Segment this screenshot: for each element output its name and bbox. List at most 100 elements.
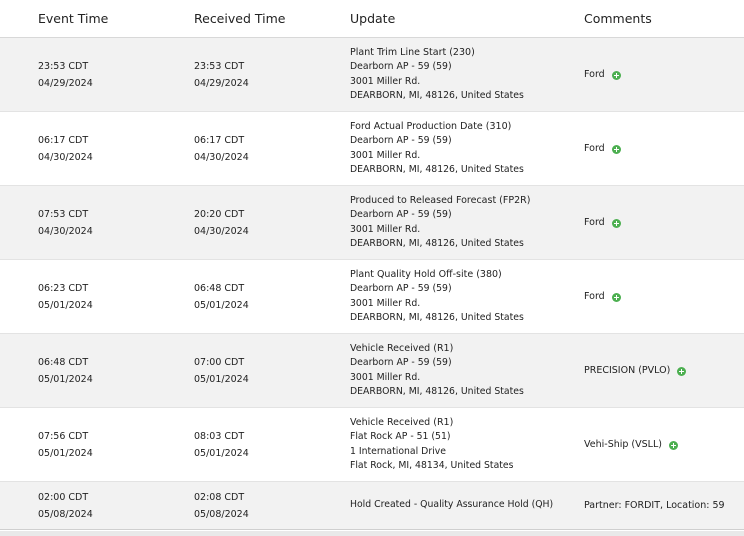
update-location: Dearborn AP - 59 (59) — [350, 135, 452, 146]
table-row: 07:53 CDT 04/30/2024 20:20 CDT 04/30/202… — [0, 186, 744, 260]
received-time: 06:48 CDT — [194, 282, 245, 294]
received-time-cell: 07:00 CDT 05/01/2024 — [194, 354, 249, 388]
header-comments[interactable]: Comments — [584, 11, 652, 26]
update-location: Flat Rock AP - 51 (51) — [350, 431, 451, 442]
comment-text: Partner: FORDIT, Location: 59 — [584, 500, 725, 511]
event-time-cell: 23:53 CDT 04/29/2024 — [38, 58, 93, 92]
update-city: Flat Rock, MI, 48134, United States — [350, 460, 514, 471]
received-time-cell: 06:17 CDT 04/30/2024 — [194, 132, 249, 166]
table-row: 07:56 CDT 05/01/2024 08:03 CDT 05/01/202… — [0, 408, 744, 482]
received-time-cell: 08:03 CDT 05/01/2024 — [194, 428, 249, 462]
event-time-cell: 07:53 CDT 04/30/2024 — [38, 206, 93, 240]
update-address: 3001 Miller Rd. — [350, 75, 421, 87]
received-time: 20:20 CDT — [194, 208, 245, 220]
table-row: 06:23 CDT 05/01/2024 06:48 CDT 05/01/202… — [0, 260, 744, 334]
update-title: Plant Quality Hold Off-site (380) — [350, 268, 502, 280]
header-received-time[interactable]: Received Time — [194, 11, 285, 26]
event-time-cell: 06:17 CDT 04/30/2024 — [38, 132, 93, 166]
received-time: 06:17 CDT — [194, 134, 245, 146]
update-title: Produced to Released Forecast (FP2R) — [350, 194, 531, 206]
table-header: Event Time Received Time Update Comments — [0, 0, 744, 38]
add-comment-icon[interactable] — [668, 441, 678, 450]
event-date: 04/30/2024 — [38, 151, 93, 163]
received-date: 04/30/2024 — [194, 151, 249, 163]
update-location: Dearborn AP - 59 (59) — [350, 283, 452, 294]
add-comment-icon[interactable] — [677, 367, 687, 376]
table-row: 02:00 CDT 05/08/2024 02:08 CDT 05/08/202… — [0, 482, 744, 530]
comment-text: Ford — [584, 69, 605, 80]
received-time-cell: 06:48 CDT 05/01/2024 — [194, 280, 249, 314]
table-row: 23:53 CDT 04/29/2024 23:53 CDT 04/29/202… — [0, 38, 744, 112]
event-time: 02:00 CDT — [38, 491, 89, 503]
update-title: Vehicle Received (R1) — [350, 416, 454, 428]
received-date: 04/29/2024 — [194, 77, 249, 89]
event-time: 23:53 CDT — [38, 60, 89, 72]
add-comment-icon[interactable] — [611, 71, 621, 80]
received-date: 04/30/2024 — [194, 225, 249, 237]
header-event-time[interactable]: Event Time — [38, 11, 108, 26]
received-date: 05/01/2024 — [194, 299, 249, 311]
update-city: DEARBORN, MI, 48126, United States — [350, 90, 524, 101]
add-comment-icon[interactable] — [611, 293, 621, 302]
event-date: 05/01/2024 — [38, 299, 93, 311]
received-date: 05/01/2024 — [194, 373, 249, 385]
received-time-cell: 20:20 CDT 04/30/2024 — [194, 206, 249, 240]
event-time: 06:48 CDT — [38, 356, 89, 368]
bottom-divider — [0, 531, 744, 536]
event-time-cell: 06:48 CDT 05/01/2024 — [38, 354, 93, 388]
event-time: 06:17 CDT — [38, 134, 89, 146]
update-address: 3001 Miller Rd. — [350, 297, 421, 309]
received-time: 08:03 CDT — [194, 430, 245, 442]
add-comment-icon[interactable] — [611, 219, 621, 228]
comments-cell: Ford — [584, 143, 621, 154]
event-time: 07:56 CDT — [38, 430, 89, 442]
update-address: 1 International Drive — [350, 445, 446, 457]
update-city: DEARBORN, MI, 48126, United States — [350, 386, 524, 397]
event-date: 05/08/2024 — [38, 508, 93, 520]
comments-cell: Ford — [584, 217, 621, 228]
update-cell: Hold Created - Quality Assurance Hold (Q… — [350, 498, 553, 513]
update-cell: Vehicle Received (R1) Dearborn AP - 59 (… — [350, 342, 524, 400]
comment-text: Ford — [584, 143, 605, 154]
comments-cell: Ford — [584, 291, 621, 302]
update-cell: Produced to Released Forecast (FP2R) Dea… — [350, 194, 530, 252]
received-time: 02:08 CDT — [194, 491, 245, 503]
event-date: 04/29/2024 — [38, 77, 93, 89]
update-city: DEARBORN, MI, 48126, United States — [350, 164, 524, 175]
update-address: 3001 Miller Rd. — [350, 149, 421, 161]
received-date: 05/01/2024 — [194, 447, 249, 459]
comment-text: PRECISION (PVLO) — [584, 365, 671, 376]
update-title: Hold Created - Quality Assurance Hold (Q… — [350, 499, 554, 511]
table-row: 06:17 CDT 04/30/2024 06:17 CDT 04/30/202… — [0, 112, 744, 186]
header-update[interactable]: Update — [350, 11, 395, 26]
event-history-table: Event Time Received Time Update Comments… — [0, 0, 744, 530]
event-date: 04/30/2024 — [38, 225, 93, 237]
update-cell: Ford Actual Production Date (310) Dearbo… — [350, 120, 524, 178]
add-comment-icon[interactable] — [611, 145, 621, 154]
received-time-cell: 02:08 CDT 05/08/2024 — [194, 489, 249, 523]
comments-cell: Partner: FORDIT, Location: 59 — [584, 500, 725, 511]
update-city: DEARBORN, MI, 48126, United States — [350, 238, 524, 249]
update-cell: Plant Quality Hold Off-site (380) Dearbo… — [350, 268, 524, 326]
event-date: 05/01/2024 — [38, 373, 93, 385]
comments-cell: Ford — [584, 69, 621, 80]
update-title: Vehicle Received (R1) — [350, 342, 454, 354]
update-location: Dearborn AP - 59 (59) — [350, 209, 452, 220]
received-time: 23:53 CDT — [194, 60, 245, 72]
comment-text: Ford — [584, 217, 605, 228]
received-time: 07:00 CDT — [194, 356, 245, 368]
comments-cell: PRECISION (PVLO) — [584, 365, 687, 376]
update-address: 3001 Miller Rd. — [350, 223, 421, 235]
update-cell: Vehicle Received (R1) Flat Rock AP - 51 … — [350, 416, 513, 474]
update-title: Ford Actual Production Date (310) — [350, 120, 512, 132]
comment-text: Vehi-Ship (VSLL) — [584, 439, 662, 450]
event-time-cell: 07:56 CDT 05/01/2024 — [38, 428, 93, 462]
event-time-cell: 02:00 CDT 05/08/2024 — [38, 489, 93, 523]
update-cell: Plant Trim Line Start (230) Dearborn AP … — [350, 46, 524, 104]
comment-text: Ford — [584, 291, 605, 302]
table-row: 06:48 CDT 05/01/2024 07:00 CDT 05/01/202… — [0, 334, 744, 408]
event-time-cell: 06:23 CDT 05/01/2024 — [38, 280, 93, 314]
event-date: 05/01/2024 — [38, 447, 93, 459]
update-location: Dearborn AP - 59 (59) — [350, 357, 452, 368]
received-date: 05/08/2024 — [194, 508, 249, 520]
